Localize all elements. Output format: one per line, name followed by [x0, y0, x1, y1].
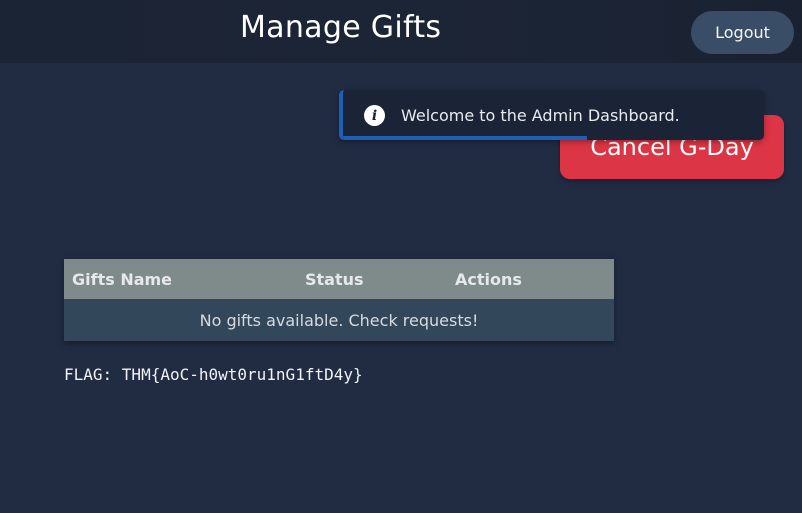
welcome-toast[interactable]: i Welcome to the Admin Dashboard.: [339, 90, 764, 140]
column-header-actions: Actions: [455, 269, 522, 289]
table-header-row: Gifts Name Status Actions: [64, 259, 614, 299]
top-header-bar: Manage Gifts Logout: [0, 0, 802, 63]
toast-message: Welcome to the Admin Dashboard.: [401, 106, 680, 125]
admin-dashboard-page: Manage Gifts Logout Cancel G-Day i Welco…: [0, 0, 802, 513]
table-row: No gifts available. Check requests!: [64, 299, 614, 341]
page-title: Manage Gifts: [240, 10, 442, 45]
flag-text: FLAG: THM{AoC-h0wt0ru1nG1ftD4y}: [64, 365, 363, 384]
toast-progress-bar: [343, 136, 588, 140]
info-icon: i: [364, 105, 385, 126]
gifts-table: Gifts Name Status Actions No gifts avail…: [64, 259, 614, 341]
column-header-status: Status: [305, 269, 364, 289]
column-header-gifts-name: Gifts Name: [72, 269, 173, 289]
logout-button[interactable]: Logout: [691, 11, 794, 54]
empty-table-message: No gifts available. Check requests!: [199, 310, 479, 330]
